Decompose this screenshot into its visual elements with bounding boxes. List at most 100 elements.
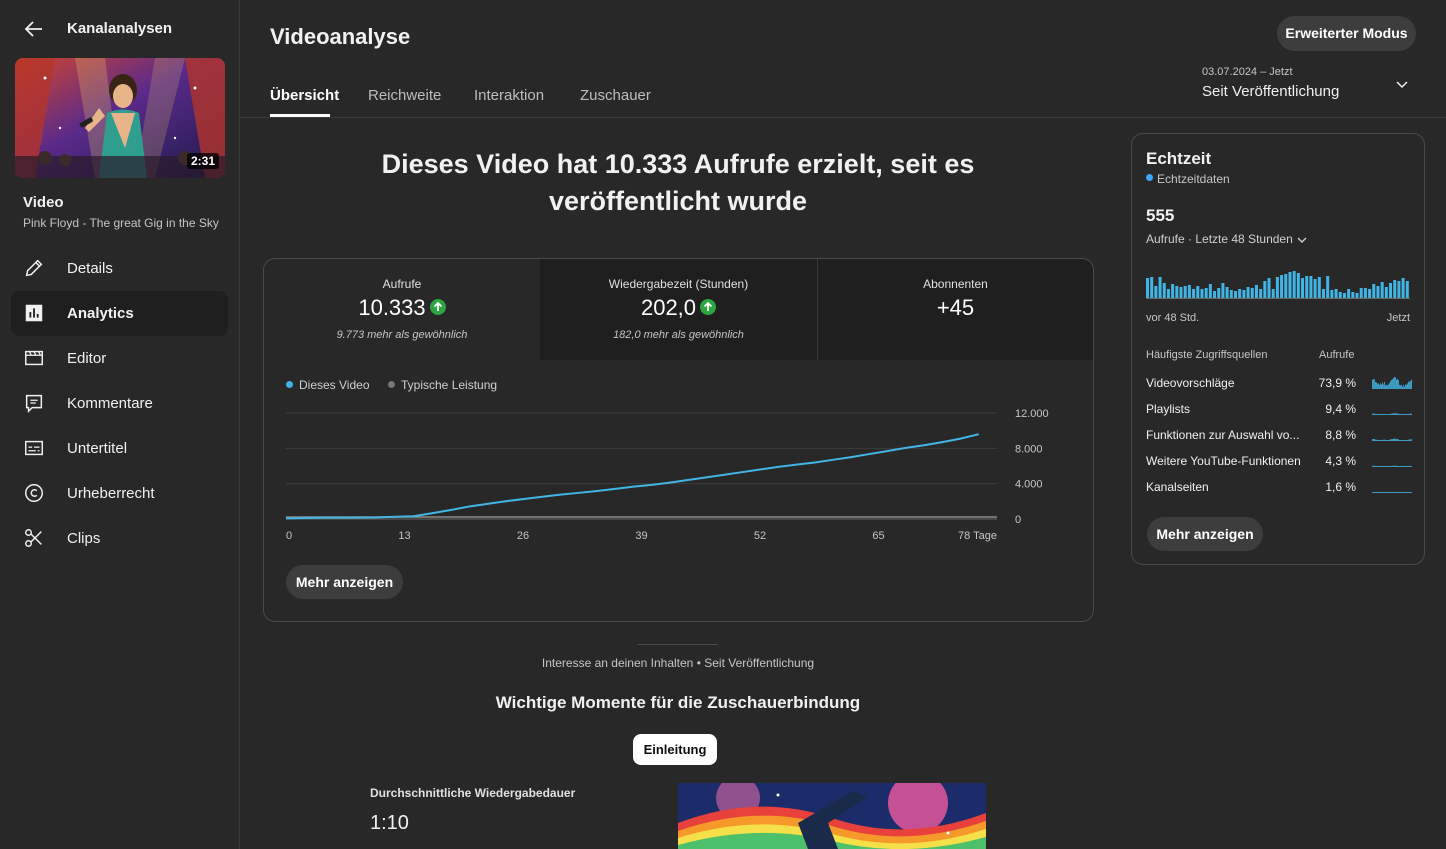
realtime-bar (1187, 285, 1191, 298)
realtime-bar (1401, 278, 1405, 298)
realtime-bar (1158, 277, 1162, 298)
advanced-mode-button[interactable]: Erweiterter Modus (1277, 16, 1416, 51)
sidebar-item-comments[interactable]: Kommentare (11, 381, 228, 426)
sparkline-bar (1390, 439, 1391, 441)
back-arrow-icon[interactable] (22, 17, 46, 41)
sparkline-bar (1387, 492, 1388, 493)
sparkline-bar (1411, 379, 1412, 389)
sparkline-bar (1393, 465, 1394, 467)
sparkline-bar (1406, 492, 1407, 493)
sparkline-bar (1387, 385, 1388, 389)
metric-value: +45 (936, 295, 975, 320)
series-line-this-video (285, 433, 980, 520)
realtime-metric-selector[interactable]: Aufrufe · Letzte 48 Stunden (1146, 232, 1308, 246)
realtime-bar (1217, 288, 1221, 298)
date-range[interactable]: 03.07.2024 – Jetzt (1202, 66, 1293, 78)
sparkline-bar (1384, 382, 1385, 389)
show-more-button[interactable]: Mehr anzeigen (286, 565, 403, 599)
tab-reach[interactable]: Reichweite (368, 87, 441, 104)
video-preview-image[interactable] (678, 783, 986, 849)
sparkline-bar (1387, 440, 1388, 441)
sparkline-bar (1378, 383, 1379, 389)
metric-comparison: 9.773 mehr als gewöhnlich (336, 329, 468, 341)
sparkline-bar (1382, 466, 1383, 467)
sparkline-bar (1391, 439, 1392, 441)
realtime-bar (1351, 292, 1355, 298)
sidebar-item-clips[interactable]: Clips (11, 516, 228, 561)
sparkline-bar (1393, 413, 1394, 415)
y-tick-label: 4.000 (1015, 479, 1043, 491)
sparkline-bar (1376, 439, 1377, 441)
source-row[interactable]: Weitere YouTube-Funktionen 4,3 % (1146, 454, 1412, 474)
realtime-show-more-button[interactable]: Mehr anzeigen (1147, 517, 1263, 551)
tab-overview[interactable]: Übersicht (270, 87, 339, 104)
sparkline-bar (1396, 379, 1397, 389)
source-row[interactable]: Playlists 9,4 % (1146, 402, 1412, 422)
sparkline-bar (1408, 381, 1409, 389)
realtime-bar (1284, 274, 1288, 298)
sparkline-bar (1376, 466, 1377, 467)
sparkline-bar (1385, 466, 1386, 467)
source-row[interactable]: Funktionen zur Auswahl vo... 8,8 % (1146, 428, 1412, 448)
video-thumbnail[interactable]: 2:31 (15, 58, 225, 178)
sparkline-bar (1390, 381, 1391, 389)
retention-heading: Wichtige Momente für die Zuschauerbindun… (495, 693, 861, 712)
sparkline-bar (1380, 439, 1381, 441)
realtime-bar (1225, 287, 1229, 298)
chevron-down-icon[interactable] (1394, 76, 1410, 92)
source-percent: 4,3 % (1325, 454, 1356, 468)
sparkline-bar (1379, 440, 1380, 441)
sidebar-item-copyright[interactable]: Urheberrecht (11, 471, 228, 516)
intro-chip[interactable]: Einleitung (633, 734, 717, 765)
sparkline-bar (1392, 439, 1393, 441)
source-sparkline (1372, 413, 1412, 415)
sidebar-item-label: Kommentare (67, 395, 153, 412)
sidebar-item-editor[interactable]: Editor (11, 336, 228, 381)
sparkline-bar (1400, 414, 1401, 415)
sparkline-bar (1395, 438, 1396, 441)
realtime-bar (1238, 289, 1242, 298)
sparkline-bar (1394, 413, 1395, 415)
sparkline-bar (1389, 382, 1390, 389)
tab-engagement[interactable]: Interaktion (474, 87, 544, 104)
sparkline-bar (1407, 439, 1408, 441)
sparkline-bar (1411, 413, 1412, 415)
sparkline-bar (1389, 492, 1390, 493)
metric-subscribers[interactable]: Abonnenten +45 (817, 259, 1093, 360)
source-row[interactable]: Videovorschläge 73,9 % (1146, 376, 1412, 396)
sparkline-bar (1374, 413, 1375, 415)
sparkline-bar (1388, 466, 1389, 467)
sparkline-bar (1400, 440, 1401, 441)
sparkline-bar (1407, 466, 1408, 467)
sidebar-item-analytics[interactable]: Analytics (11, 291, 228, 336)
realtime-bar (1338, 292, 1342, 298)
metric-label: Abonnenten (923, 277, 988, 291)
sparkline-bar (1386, 466, 1387, 467)
metric-label: Wiedergabezeit (Stunden) (608, 277, 749, 291)
sparkline-bar (1409, 413, 1410, 415)
sparkline-bar (1373, 413, 1374, 415)
metric-views[interactable]: Aufrufe 10.333 9.773 mehr als gewöhnlich (264, 259, 540, 360)
source-row[interactable]: Kanalseiten 1,6 % (1146, 480, 1412, 500)
sparkline-bar (1405, 414, 1406, 415)
sparkline-bar (1380, 383, 1381, 389)
sidebar-item-subtitles[interactable]: Untertitel (11, 426, 228, 471)
source-percent: 9,4 % (1325, 402, 1356, 416)
metric-watch-time[interactable]: Wiedergabezeit (Stunden) 202,0 182,0 meh… (540, 259, 817, 360)
sparkline-bar (1395, 413, 1396, 415)
sidebar-item-label: Analytics (67, 305, 134, 322)
sparkline-bar (1407, 414, 1408, 415)
sparkline-bar (1392, 465, 1393, 467)
tab-audience[interactable]: Zuschauer (580, 87, 651, 104)
source-name: Funktionen zur Auswahl vo... (1146, 428, 1300, 442)
sparkline-bar (1404, 492, 1405, 493)
sidebar-item-details[interactable]: Details (11, 246, 228, 291)
date-range-label[interactable]: Seit Veröffentlichung (1202, 83, 1339, 100)
sparkline-bar (1394, 465, 1395, 467)
subtitles-icon (25, 440, 43, 456)
realtime-bar (1301, 278, 1305, 298)
realtime-bar (1389, 283, 1393, 298)
x-tick-label: 13 (398, 530, 410, 542)
sparkline-bar (1391, 492, 1392, 493)
sidebar-item-label: Details (67, 260, 113, 277)
